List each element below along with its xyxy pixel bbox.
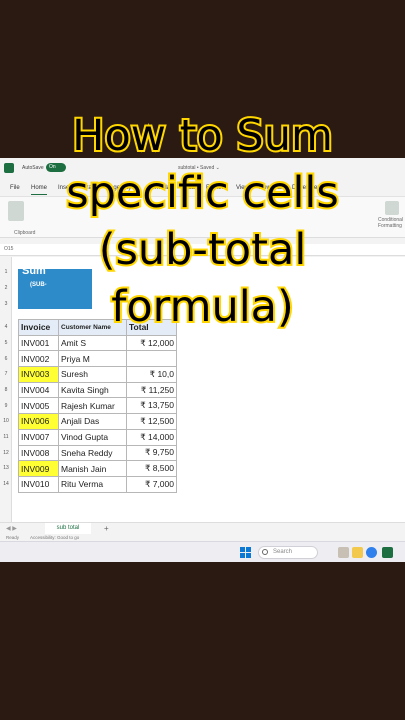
excel-taskbar-icon[interactable]: [382, 547, 393, 558]
customer-cell[interactable]: Anjali Das: [58, 413, 127, 430]
table-row: INV010 Ritu Verma ₹ 7,000: [18, 475, 177, 493]
row-number[interactable]: 9: [0, 403, 12, 409]
row-number[interactable]: 14: [0, 481, 12, 487]
row-number[interactable]: 5: [0, 340, 12, 346]
invoice-cell[interactable]: INV008: [18, 444, 59, 462]
invoice-cell[interactable]: INV002: [18, 350, 59, 368]
table-row: INV004 Kavita Singh ₹ 11,250: [18, 381, 177, 399]
total-cell[interactable]: ₹ 8,500: [126, 460, 177, 477]
invoice-table: Invoice Customer Name Total INV001 Amit …: [18, 319, 177, 493]
customer-cell[interactable]: Suresh: [58, 366, 127, 383]
invoice-cell[interactable]: INV005: [18, 397, 59, 415]
browser-icon[interactable]: [366, 547, 377, 558]
caption-line-3: (sub-total: [97, 223, 309, 277]
invoice-cell[interactable]: INV004: [18, 381, 59, 399]
table-row: INV002 Priya M: [18, 350, 177, 368]
windows-taskbar: Search: [0, 541, 405, 562]
total-cell[interactable]: ₹ 9,750: [126, 444, 177, 462]
windows-start-icon[interactable]: [240, 547, 251, 558]
table-row: INV007 Vinod Gupta ₹ 14,000: [18, 428, 177, 446]
caption-line-1: How to Sum: [70, 109, 335, 163]
invoice-cell-highlighted[interactable]: INV009: [18, 460, 59, 477]
customer-cell[interactable]: Rajesh Kumar: [58, 397, 127, 415]
invoice-cell[interactable]: INV007: [18, 428, 59, 446]
row-number[interactable]: 12: [0, 450, 12, 456]
total-cell[interactable]: ₹ 12,000: [126, 334, 177, 352]
accessibility-status[interactable]: Accessibility: Good to go: [30, 535, 79, 540]
file-explorer-icon[interactable]: [352, 547, 363, 558]
caption-line-2: specific cells: [64, 166, 341, 220]
total-cell[interactable]: ₹ 7,000: [126, 475, 177, 493]
total-cell[interactable]: ₹ 14,000: [126, 428, 177, 446]
customer-cell[interactable]: Ritu Verma: [58, 475, 127, 493]
total-cell[interactable]: ₹ 13,750: [126, 397, 177, 415]
row-number[interactable]: 8: [0, 387, 12, 393]
customer-cell[interactable]: Sneha Reddy: [58, 444, 127, 462]
total-cell[interactable]: ₹ 10,0: [126, 366, 177, 383]
customer-cell[interactable]: Manish Jain: [58, 460, 127, 477]
customer-cell[interactable]: Priya M: [58, 350, 127, 368]
status-ready: Ready: [6, 535, 20, 540]
total-cell[interactable]: ₹ 11,250: [126, 381, 177, 399]
video-caption: How to Sum specific cells (sub-total for…: [0, 108, 405, 336]
customer-cell[interactable]: Kavita Singh: [58, 381, 127, 399]
invoice-cell[interactable]: INV010: [18, 475, 59, 493]
table-row: INV001 Amit S ₹ 12,000: [18, 334, 177, 352]
total-cell[interactable]: [126, 350, 177, 368]
customer-cell[interactable]: Vinod Gupta: [58, 428, 127, 446]
row-number[interactable]: 11: [0, 434, 12, 440]
row-number[interactable]: 13: [0, 465, 12, 471]
table-row: INV003 Suresh ₹ 10,0: [18, 366, 177, 383]
invoice-cell-highlighted[interactable]: INV003: [18, 366, 59, 383]
row-number[interactable]: 10: [0, 418, 12, 424]
invoice-cell-highlighted[interactable]: INV006: [18, 413, 59, 430]
caption-line-4: formula): [109, 280, 296, 334]
row-number[interactable]: 6: [0, 356, 12, 362]
table-row: INV006 Anjali Das ₹ 12,500: [18, 413, 177, 430]
customer-cell[interactable]: Amit S: [58, 334, 127, 352]
table-row: INV008 Sneha Reddy ₹ 9,750: [18, 444, 177, 462]
total-cell[interactable]: ₹ 12,500: [126, 413, 177, 430]
search-icon: [262, 549, 268, 555]
row-number[interactable]: 7: [0, 371, 12, 377]
table-row: INV009 Manish Jain ₹ 8,500: [18, 460, 177, 477]
taskbar-app-icon[interactable]: [338, 547, 349, 558]
sheet-tab-bar: ◀ ▶ sub total +: [0, 522, 405, 535]
invoice-cell[interactable]: INV001: [18, 334, 59, 352]
table-row: INV005 Rajesh Kumar ₹ 13,750: [18, 397, 177, 415]
